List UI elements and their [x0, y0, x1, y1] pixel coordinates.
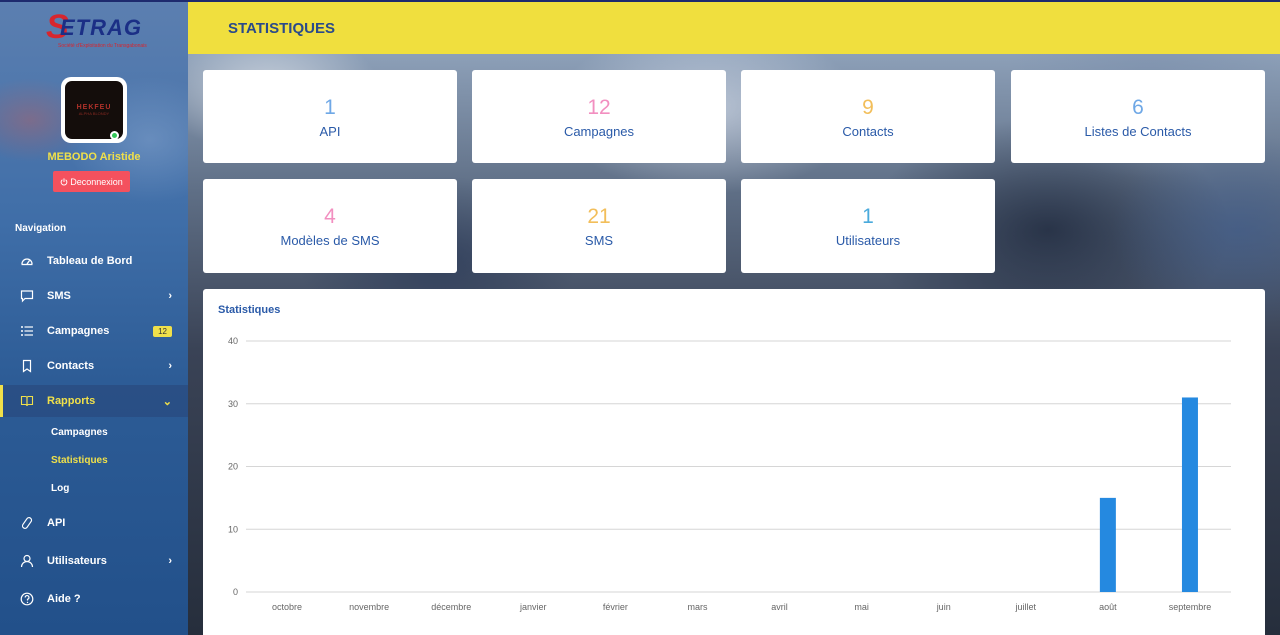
sidebar-subitem-campagnes[interactable]: Campagnes — [51, 427, 108, 438]
stat-value: 4 — [324, 205, 336, 228]
y-tick-label: 30 — [228, 399, 238, 409]
sidebar-subitem-statistiques[interactable]: Statistiques — [51, 455, 108, 466]
chevron-right-icon: › — [168, 360, 172, 372]
avatar-text: HEKFEU — [76, 104, 112, 111]
sidebar-item-label: API — [47, 517, 66, 529]
y-tick-label: 40 — [228, 336, 238, 346]
x-tick-label: juin — [936, 602, 951, 612]
sidebar-item-label: Tableau de Bord — [47, 255, 133, 267]
sidebar-item-label: SMS — [47, 290, 71, 302]
x-tick-label: octobre — [272, 602, 302, 612]
help-icon — [20, 592, 34, 606]
sidebar-item-contacts[interactable]: Contacts › — [0, 350, 188, 382]
y-tick-label: 20 — [228, 462, 238, 472]
x-tick-label: février — [603, 602, 628, 612]
stat-value: 1 — [324, 95, 336, 119]
stat-value: 6 — [1132, 95, 1144, 119]
user-icon — [20, 554, 34, 568]
x-tick-label: novembre — [349, 602, 389, 612]
stat-card-listes-de-contacts[interactable]: 6 Listes de Contacts — [1011, 70, 1265, 163]
nav-heading: Navigation — [15, 223, 67, 234]
message-icon — [20, 289, 34, 303]
chevron-right-icon: › — [168, 555, 172, 567]
sidebar-item-rapports[interactable]: Rapports ⌄ — [0, 385, 188, 417]
statistics-panel: Statistiques 0 10 20 30 40 octobre novembre déc… — [203, 289, 1265, 635]
stat-card-api[interactable]: 1 API — [203, 70, 457, 163]
x-tick-label: septembre — [1169, 602, 1212, 612]
stat-card-sms[interactable]: 21 SMS — [472, 179, 726, 273]
stat-label: Listes de Contacts — [1084, 123, 1192, 139]
stat-value: 21 — [587, 205, 611, 228]
logo-text: ETRAG — [60, 15, 142, 40]
x-tick-label: juillet — [1015, 602, 1037, 612]
sidebar-item-tableau-de-bord[interactable]: Tableau de Bord — [0, 245, 188, 277]
sidebar-item-aide[interactable]: Aide ? — [0, 583, 188, 615]
sidebar-item-label: Contacts — [47, 360, 95, 372]
y-tick-label: 0 — [233, 587, 238, 597]
stat-value: 9 — [862, 95, 874, 119]
stat-value: 12 — [587, 95, 611, 119]
stat-label: Contacts — [842, 123, 894, 139]
chevron-right-icon: › — [168, 290, 172, 302]
stat-card-utilisateurs[interactable]: 1 Utilisateurs — [741, 179, 995, 273]
sidebar-item-utilisateurs[interactable]: Utilisateurs › — [0, 545, 188, 577]
stat-label: Utilisateurs — [835, 233, 901, 248]
stat-card-campagnes[interactable]: 12 Campagnes — [472, 70, 726, 163]
x-tick-label: mars — [687, 602, 707, 612]
stat-label: Modèles de SMS — [280, 233, 380, 248]
sidebar-item-label: Aide ? — [47, 593, 81, 605]
dashboard-icon — [20, 254, 34, 268]
x-tick-label: mai — [854, 602, 869, 612]
campagnes-count-badge: 12 — [153, 325, 172, 337]
logout-button[interactable]: Deconnexion — [53, 171, 130, 192]
bookmark-icon — [20, 359, 34, 373]
sidebar: S ETRAG Société d'Exploitation du Transg… — [0, 0, 188, 635]
y-tick-label: 10 — [228, 524, 238, 534]
avatar[interactable]: HEKFEU ALPHA BLONDY — [61, 77, 127, 143]
x-tick-label: août — [1099, 602, 1117, 612]
sidebar-subitem-log[interactable]: Log — [51, 483, 69, 494]
x-tick-label: janvier — [519, 602, 547, 612]
x-tick-label: décembre — [431, 602, 471, 612]
online-status-icon — [110, 131, 119, 140]
bar-septembre — [1181, 397, 1198, 592]
stat-label: API — [319, 123, 341, 139]
avatar-subtext: ALPHA BLONDY — [78, 111, 110, 116]
chevron-down-icon: ⌄ — [162, 395, 172, 408]
stat-card-modeles-de-sms[interactable]: 4 Modèles de SMS — [203, 179, 457, 273]
sidebar-item-label: Rapports — [47, 395, 96, 407]
book-icon — [20, 394, 34, 408]
top-border — [0, 0, 1280, 2]
sidebar-item-label: Utilisateurs — [47, 555, 107, 567]
bar-août — [1099, 497, 1116, 592]
sidebar-item-campagnes[interactable]: Campagnes 12 — [0, 315, 188, 347]
stat-label: SMS — [584, 233, 614, 248]
statistics-bar-chart: 0 10 20 30 40 octobre novembre décembre janvier f… — [228, 336, 1231, 612]
user-name: MEBODO Aristide — [47, 151, 141, 163]
logo-subtitle: Société d'Exploitation du Transgabonais — [58, 43, 147, 49]
sidebar-item-api[interactable]: API — [0, 507, 188, 539]
logout-label: Deconnexion — [70, 176, 123, 187]
power-icon — [60, 177, 68, 185]
sidebar-item-sms[interactable]: SMS › — [0, 280, 188, 312]
stat-value: 1 — [862, 205, 874, 228]
link-icon — [20, 516, 34, 530]
stat-label: Campagnes — [563, 123, 635, 139]
stat-card-contacts[interactable]: 9 Contacts — [741, 70, 995, 163]
page-header: STATISTIQUES — [188, 2, 1280, 54]
page-title: STATISTIQUES — [228, 19, 335, 37]
list-icon — [20, 324, 34, 338]
x-tick-label: avril — [771, 602, 788, 612]
sidebar-item-label: Campagnes — [47, 325, 110, 337]
